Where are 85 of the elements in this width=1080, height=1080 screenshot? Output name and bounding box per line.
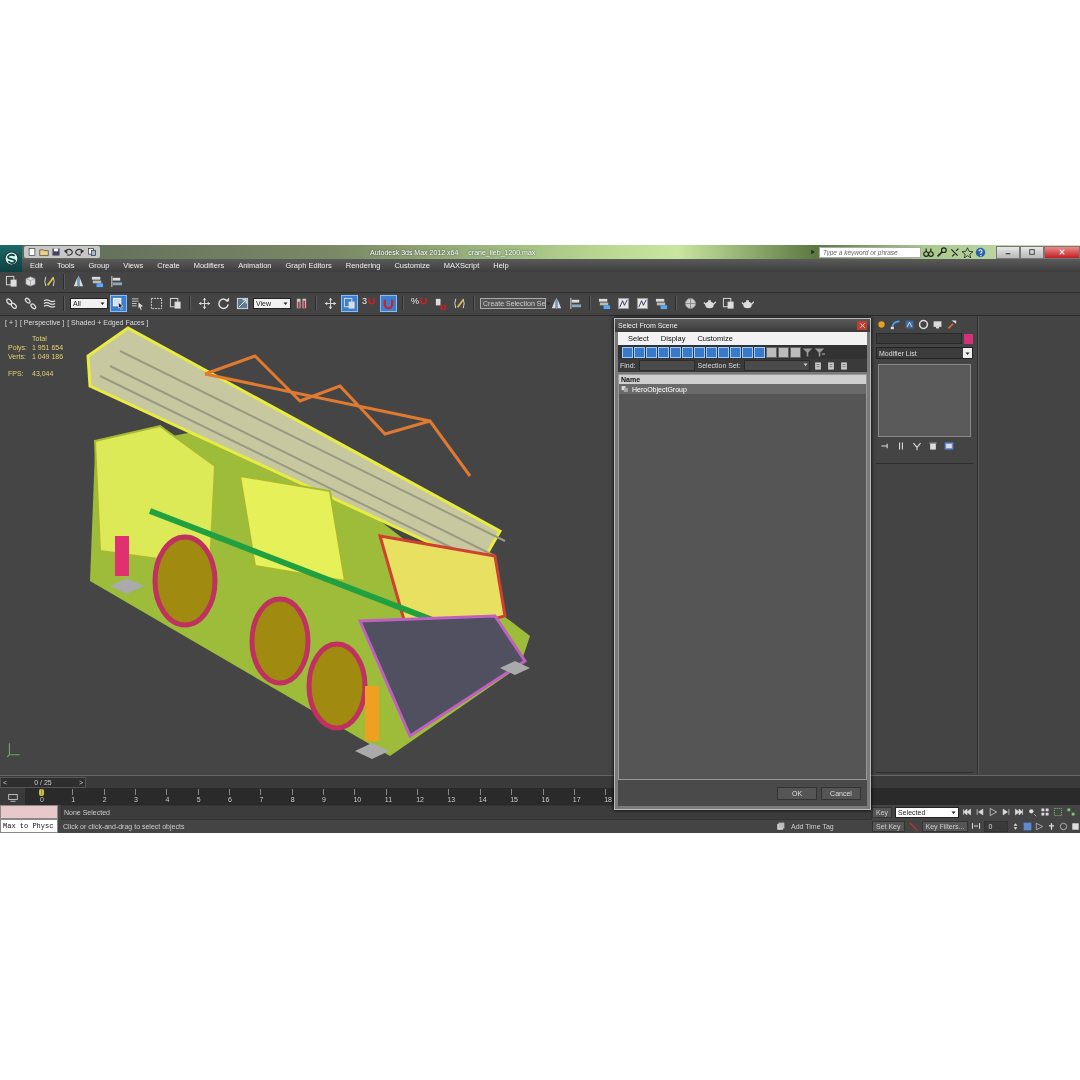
color-swatch[interactable] <box>964 333 973 344</box>
pipe-icon[interactable] <box>896 441 906 451</box>
hierarchy-icon[interactable] <box>904 318 915 330</box>
close-button[interactable] <box>857 321 867 330</box>
previous-key-icon[interactable] <box>975 807 986 817</box>
save-icon[interactable] <box>51 247 61 257</box>
configure-icon[interactable] <box>944 441 954 451</box>
snap-toggle-button[interactable]: 3 <box>360 295 378 313</box>
filter-toggle[interactable] <box>778 346 789 358</box>
star-icon[interactable] <box>962 246 973 258</box>
magnet-icon[interactable] <box>380 295 397 313</box>
hammer-icon[interactable] <box>946 318 957 330</box>
selection-set-icon[interactable] <box>825 360 836 371</box>
caret-icon <box>282 300 289 308</box>
monitor-icon[interactable] <box>932 318 943 330</box>
pin-icon[interactable] <box>880 441 890 451</box>
maximize-viewport-icon[interactable] <box>1071 821 1080 831</box>
bend-icon[interactable] <box>890 318 901 330</box>
filter-toggle[interactable] <box>622 346 633 358</box>
caret-icon <box>99 300 106 308</box>
redo-icon[interactable] <box>75 247 85 257</box>
filter-toggle[interactable] <box>742 346 753 358</box>
time-marker[interactable] <box>39 789 44 796</box>
wrench-icon[interactable] <box>936 246 947 258</box>
filter-toggle[interactable] <box>694 346 705 358</box>
help-icon[interactable] <box>975 246 986 258</box>
selection-set-icon[interactable] <box>838 360 849 371</box>
zoom-extents-icon[interactable] <box>1053 807 1064 817</box>
app-menu-button[interactable] <box>0 245 22 272</box>
key-mode-icon[interactable] <box>971 821 982 831</box>
tag-icon <box>776 821 785 831</box>
filter-toggle[interactable] <box>754 346 765 358</box>
next-key-icon[interactable] <box>1001 807 1012 817</box>
filter-icon[interactable] <box>814 346 825 358</box>
project-icon[interactable] <box>87 247 97 257</box>
new-file-icon[interactable] <box>27 247 37 257</box>
listener-field[interactable] <box>0 805 58 819</box>
filter-toggle[interactable] <box>646 346 657 358</box>
orbit-icon[interactable] <box>1059 821 1068 831</box>
undo-icon[interactable] <box>63 247 73 257</box>
group-icon <box>621 385 629 393</box>
maximize-icon <box>1028 248 1036 256</box>
binoculars-icon[interactable] <box>923 246 934 258</box>
satellite-icon[interactable] <box>949 246 960 258</box>
pan-icon[interactable] <box>1047 821 1056 831</box>
field-of-view-icon[interactable] <box>1035 821 1044 831</box>
spinner-arrows-icon[interactable] <box>1011 821 1020 831</box>
snap-toggle-button[interactable]: % <box>409 295 431 313</box>
time-config-icon[interactable] <box>1023 821 1032 831</box>
fork-icon[interactable] <box>912 441 922 451</box>
expand-icon[interactable] <box>809 247 817 257</box>
go-to-end-icon[interactable] <box>1014 807 1025 817</box>
filter-toggle[interactable] <box>658 346 669 358</box>
magnet-icon <box>367 296 376 306</box>
zoom-all-icon[interactable] <box>1066 807 1077 817</box>
selection-set-icon[interactable] <box>812 360 823 371</box>
select-cursor-icon[interactable] <box>110 295 127 313</box>
filter-icon[interactable] <box>802 346 813 358</box>
play-icon[interactable] <box>988 807 999 817</box>
close-icon <box>1058 248 1066 256</box>
magnet-icon <box>419 296 429 306</box>
name-field[interactable] <box>876 333 962 344</box>
window-icon[interactable] <box>341 295 358 313</box>
sun-icon[interactable] <box>876 318 887 330</box>
find-field[interactable] <box>638 360 695 371</box>
filter-toggle[interactable] <box>706 346 717 358</box>
filter-toggle[interactable] <box>682 346 693 358</box>
filter-toggle[interactable] <box>634 346 645 358</box>
filter-toggle[interactable] <box>730 346 741 358</box>
minimize-button[interactable] <box>996 245 1020 259</box>
filter-toggle[interactable] <box>718 346 729 358</box>
caret-icon <box>545 300 553 308</box>
grid-icon[interactable] <box>1040 807 1051 817</box>
filter-toggle[interactable] <box>790 346 801 358</box>
maximize-button[interactable] <box>1020 245 1044 259</box>
zoom-icon[interactable] <box>1027 807 1038 817</box>
circle-icon[interactable] <box>918 318 929 330</box>
trash-icon[interactable] <box>928 441 938 451</box>
filter-toggle[interactable] <box>670 346 681 358</box>
close-icon <box>858 322 866 329</box>
go-to-start-icon[interactable] <box>962 807 973 817</box>
close-button[interactable] <box>1044 245 1080 259</box>
caret-icon <box>801 361 809 368</box>
filter-toggle[interactable] <box>766 346 777 358</box>
axis-icon <box>6 741 22 757</box>
